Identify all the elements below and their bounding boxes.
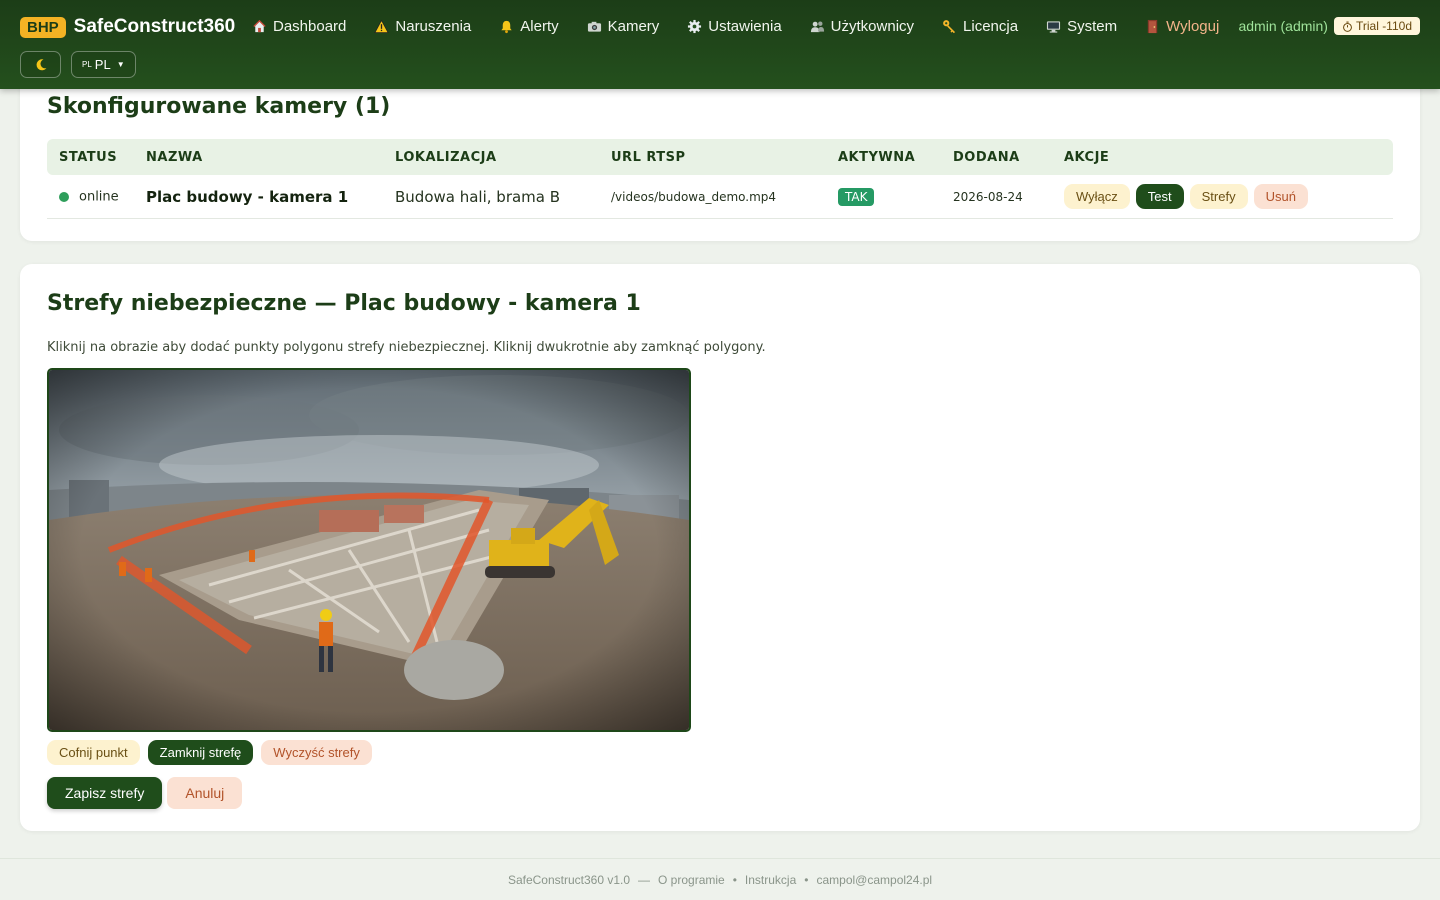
table-row: online Plac budowy - kamera 1 Budowa hal… xyxy=(47,175,1393,219)
trial-text: Trial -110d xyxy=(1355,19,1412,33)
top-navbar: BHP SafeConstruct360 Dashboard Naruszeni… xyxy=(0,0,1440,89)
nav-label: Licencja xyxy=(963,18,1019,35)
stopwatch-icon xyxy=(1343,21,1352,32)
zones-description: Kliknij na obrazie aby dodać punkty poly… xyxy=(47,340,766,355)
lang-label: PL xyxy=(94,57,111,72)
lang-code-small: PL xyxy=(82,60,92,69)
zone-tools: Cofnij punkt Zamknij strefę Wyczyść stre… xyxy=(47,740,372,765)
delete-button[interactable]: Usuń xyxy=(1253,184,1308,209)
caret-down-icon: ▼ xyxy=(116,60,125,69)
test-button[interactable]: Test xyxy=(1135,184,1184,209)
language-select[interactable]: PL PL ▼ xyxy=(71,51,136,78)
nav-settings[interactable]: Ustawienia xyxy=(687,18,782,35)
actions-cell: Wyłącz Test Strefy Usuń xyxy=(1064,184,1384,209)
current-user[interactable]: admin (admin) xyxy=(1238,18,1327,34)
col-status: STATUS xyxy=(59,149,118,165)
footer-dot: • xyxy=(732,872,737,887)
key-icon xyxy=(943,20,956,34)
main-nav: Dashboard Naruszenia Alerty Kamery Ustaw… xyxy=(252,18,1219,35)
nav-cameras[interactable]: Kamery xyxy=(587,18,660,35)
close-zone-button[interactable]: Zamknij strefę xyxy=(147,740,254,765)
nav-license[interactable]: Licencja xyxy=(942,18,1018,35)
zone-save-actions: Zapisz strefy Anuluj xyxy=(47,777,243,809)
users-icon xyxy=(810,21,824,33)
bell-icon xyxy=(501,20,512,34)
undo-point-button[interactable]: Cofnij punkt xyxy=(47,740,140,765)
nav-label: Użytkownicy xyxy=(830,18,915,35)
nav-label: Wyloguj xyxy=(1166,18,1220,35)
theme-toggle-button[interactable] xyxy=(20,51,61,78)
warning-icon xyxy=(374,19,390,33)
zones-title: Strefy niebezpieczne — Plac budowy - kam… xyxy=(47,291,641,316)
cameras-card: Skonfigurowane kamery (1) STATUS NAZWA L… xyxy=(20,70,1420,241)
zone-editor-canvas[interactable] xyxy=(47,368,691,732)
nav-violations[interactable]: Naruszenia xyxy=(374,18,471,35)
monitor-icon xyxy=(1047,21,1061,33)
nav-users[interactable]: Użytkownicy xyxy=(810,18,914,35)
col-name: NAZWA xyxy=(146,149,203,165)
camera-location: Budowa hali, brama B xyxy=(395,187,561,206)
brand-name: SafeConstruct360 xyxy=(73,16,236,37)
trial-badge: Trial -110d xyxy=(1333,17,1420,35)
col-url: URL RTSP xyxy=(611,149,686,165)
save-zones-button[interactable]: Zapisz strefy xyxy=(47,777,163,809)
footer-email-link[interactable]: campol@campol24.pl xyxy=(816,873,932,887)
camera-icon xyxy=(587,21,601,32)
cancel-button[interactable]: Anuluj xyxy=(167,777,243,809)
nav-label: System xyxy=(1067,18,1118,35)
col-actions: AKCJE xyxy=(1064,149,1110,165)
footer-separator: — xyxy=(638,872,651,887)
user-area: admin (admin) Trial -110d xyxy=(1238,17,1420,35)
camera-snapshot xyxy=(49,370,689,730)
footer-version: SafeConstruct360 v1.0 xyxy=(507,872,631,887)
nav-label: Kamery xyxy=(607,18,660,35)
nav-label: Dashboard xyxy=(273,18,347,35)
nav-label: Naruszenia xyxy=(395,18,472,35)
nav-alerts[interactable]: Alerty xyxy=(499,18,559,35)
gear-icon xyxy=(688,19,702,34)
header-controls: PL PL ▼ xyxy=(20,51,136,78)
footer-dot: • xyxy=(804,872,809,887)
footer-about-link[interactable]: O programie xyxy=(658,873,725,887)
moon-icon xyxy=(36,58,46,70)
footer: SafeConstruct360 v1.0 — O programie • In… xyxy=(0,858,1440,900)
brand[interactable]: BHP SafeConstruct360 xyxy=(20,16,235,38)
active-cell: TAK xyxy=(838,187,953,206)
clear-zones-button[interactable]: Wyczyść strefy xyxy=(261,740,372,765)
footer-manual-link[interactable]: Instrukcja xyxy=(745,873,796,887)
camera-url: /videos/budowa_demo.mp4 xyxy=(611,189,777,204)
cameras-title: Skonfigurowane kamery (1) xyxy=(47,94,391,119)
nav-label: Ustawienia xyxy=(708,18,782,35)
table-header: STATUS NAZWA LOKALIZACJA URL RTSP AKTYWN… xyxy=(47,139,1393,175)
col-added: DODANA xyxy=(953,149,1020,165)
col-active: AKTYWNA xyxy=(838,149,916,165)
active-badge: TAK xyxy=(838,187,875,206)
door-icon xyxy=(1147,19,1158,34)
brand-badge: BHP xyxy=(20,16,66,38)
house-icon xyxy=(253,19,266,33)
zones-card: Strefy niebezpieczne — Plac budowy - kam… xyxy=(20,264,1420,831)
nav-label: Alerty xyxy=(520,18,559,35)
nav-dashboard[interactable]: Dashboard xyxy=(252,18,346,35)
camera-added: 2026-08-24 xyxy=(953,189,1023,204)
camera-name: Plac budowy - kamera 1 xyxy=(146,187,349,206)
nav-system[interactable]: System xyxy=(1046,18,1117,35)
zones-button[interactable]: Strefy xyxy=(1189,184,1248,209)
cameras-table: STATUS NAZWA LOKALIZACJA URL RTSP AKTYWN… xyxy=(47,139,1393,219)
nav-logout[interactable]: Wyloguj xyxy=(1145,18,1219,35)
status-cell: online xyxy=(47,189,146,205)
status-dot-icon xyxy=(59,191,69,202)
col-location: LOKALIZACJA xyxy=(395,149,497,165)
disable-button[interactable]: Wyłącz xyxy=(1064,184,1130,209)
status-text: online xyxy=(79,189,119,204)
